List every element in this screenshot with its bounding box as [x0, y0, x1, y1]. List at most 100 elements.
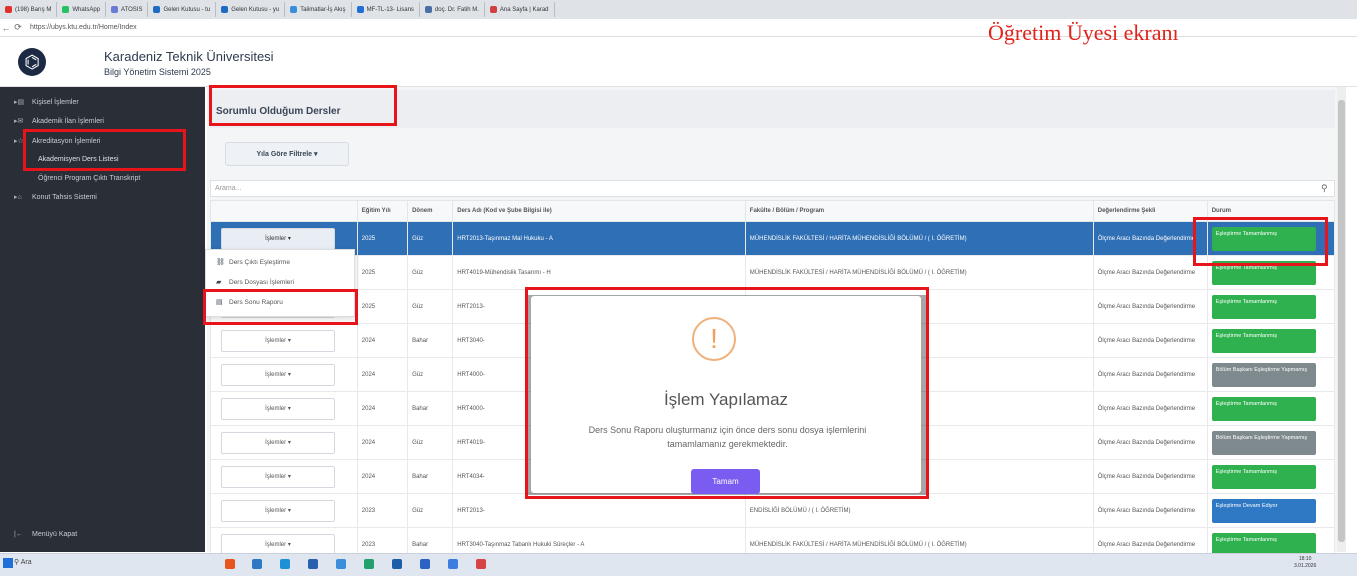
actions-button[interactable]: İşlemler ▾: [221, 465, 335, 488]
pagination[interactable]: [210, 543, 1335, 552]
year-cell: 2024: [356, 323, 409, 358]
app-icon[interactable]: [392, 559, 402, 569]
browser-tab[interactable]: MF-TL-13- Lisans: [352, 2, 420, 17]
status-cell: Eşleştirme Tamamlanmış: [1206, 221, 1336, 256]
term-cell: Bahar: [407, 323, 454, 358]
sidebar-item-announcements[interactable]: ▸✉ Akademik İlan İşlemleri: [14, 117, 104, 126]
actions-button[interactable]: İşlemler ▾: [221, 499, 335, 522]
column-header[interactable]: Fakülte / Bölüm / Program: [744, 200, 1094, 222]
app-icon[interactable]: [280, 559, 290, 569]
taskbar-clock: 18:10 3.01.2026: [1294, 556, 1317, 569]
browser-tab[interactable]: ATOSIS: [106, 2, 149, 17]
sidebar-item-course-list[interactable]: Akademisyen Ders Listesi: [38, 156, 119, 163]
status-badge: Eşleştirme Tamamlanmış: [1211, 226, 1316, 251]
scrollbar-thumb[interactable]: [1338, 100, 1345, 542]
actions-cell: İşlemler ▾: [210, 493, 358, 528]
actions-cell: İşlemler ▾: [210, 391, 358, 426]
evaluation-cell: Ölçme Aracı Bazında Değerlendirme: [1092, 493, 1208, 528]
tab-favicon-icon: [356, 6, 364, 13]
table-row[interactable]: İşlemler ▾ 2025 Güz HRT2013-Taşınmaz Mal Hu…: [210, 221, 1336, 256]
browser-tab[interactable]: WhatsApp: [57, 2, 107, 17]
actions-button[interactable]: İşlemler ▾: [221, 363, 335, 386]
actions-button[interactable]: İşlemler ▾: [221, 431, 335, 454]
browser-tab[interactable]: doç. Dr. Fatih M.: [420, 2, 485, 17]
url-text[interactable]: https://ubys.ktu.edu.tr/Home/Index: [30, 24, 137, 31]
tab-favicon-icon: [424, 6, 432, 13]
menu-item-outcome-matching[interactable]: ⛓ Ders Çıktı Eşleştirme: [216, 258, 290, 267]
reload-icon[interactable]: ⟳: [12, 22, 24, 33]
actions-dropdown-menu: ⛓ Ders Çıktı Eşleştirme ▰ Ders Dosyası İşl…: [205, 249, 355, 317]
year-cell: 2024: [356, 425, 409, 460]
sidebar: ▸▤ Kişisel İşlemler ▸✉ Akademik İlan İşlem…: [0, 87, 205, 552]
modal-message: Ders Sonu Raporu oluşturmanız için önce …: [588, 425, 867, 449]
actions-button[interactable]: İşlemler ▾: [221, 227, 335, 250]
column-header[interactable]: Eğitim Yılı: [356, 200, 409, 222]
chevron-down-icon: ▾: [314, 151, 318, 158]
tab-favicon-icon: [153, 6, 161, 13]
sidebar-item-accreditation[interactable]: ▸☆ Akreditasyon İşlemleri: [14, 137, 100, 146]
year-cell: 2024: [356, 459, 409, 494]
evaluation-cell: Ölçme Aracı Bazında Değerlendirme: [1092, 357, 1208, 392]
back-icon[interactable]: ←: [0, 23, 12, 33]
ok-button[interactable]: Tamam: [691, 469, 760, 494]
file-icon: ▤: [216, 299, 223, 306]
close-menu-button[interactable]: |← Menüyü Kapat: [14, 531, 77, 538]
search-icon: ⚲: [14, 559, 20, 566]
course-cell: HRT4019-Mühendislik Tasarımı - H: [452, 255, 746, 290]
term-cell: Bahar: [407, 391, 454, 426]
term-cell: Güz: [407, 255, 454, 290]
menu-item-course-file[interactable]: ▰ Ders Dosyası İşlemleri: [216, 278, 294, 287]
status-cell: Eşleştirme Devam Ediyor: [1206, 493, 1336, 528]
status-badge: Bölüm Başkanı Eşleştirme Yapmamış: [1211, 430, 1316, 455]
whatsapp-icon[interactable]: [364, 559, 374, 569]
app-icon[interactable]: [308, 559, 318, 569]
app-icon[interactable]: [476, 559, 486, 569]
chrome-icon[interactable]: [225, 559, 235, 569]
evaluation-cell: Ölçme Aracı Bazında Değerlendirme: [1092, 459, 1208, 494]
sidebar-item-transcript[interactable]: Öğrenci Program Çıktı Transkript: [38, 175, 140, 182]
chevron-down-icon: ▾: [287, 372, 291, 378]
table-row[interactable]: İşlemler ▾2025GüzHRT4019-Mühendislik Tas…: [210, 255, 1336, 290]
app-icon[interactable]: [448, 559, 458, 569]
app-icon[interactable]: [336, 559, 346, 569]
evaluation-cell: Ölçme Aracı Bazında Değerlendirme: [1092, 289, 1208, 324]
browser-tab[interactable]: Gelen Kutusu - tu: [148, 2, 217, 17]
tab-label: doç. Dr. Fatih M.: [434, 6, 479, 13]
menu-item-end-of-course-report[interactable]: ▤ Ders Sonu Raporu: [216, 298, 283, 307]
browser-tab[interactable]: Ana Sayfa | Karad: [485, 2, 555, 17]
sidebar-item-housing[interactable]: ▸⌂ Konut Tahsis Sistemi: [14, 193, 97, 202]
taskbar: [0, 553, 1357, 576]
word-icon[interactable]: [420, 559, 430, 569]
id-card-icon: ▸▤: [14, 99, 25, 106]
megaphone-icon: ▸✉: [14, 118, 24, 125]
actions-button[interactable]: İşlemler ▾: [221, 397, 335, 420]
evaluation-cell: Ölçme Aracı Bazında Değerlendirme: [1092, 221, 1208, 256]
search-input[interactable]: Arama...: [210, 180, 1335, 197]
page-header: [210, 90, 1335, 128]
course-cell: HRT2013-: [452, 493, 746, 528]
browser-tab[interactable]: (198) Barış M: [0, 2, 58, 17]
column-header[interactable]: Ders Adı (Kod ve Şube Bilgisi ile): [452, 200, 746, 222]
column-header[interactable]: Durum: [1206, 200, 1336, 222]
actions-button[interactable]: İşlemler ▾: [221, 329, 335, 352]
edge-icon[interactable]: [252, 559, 262, 569]
tab-favicon-icon: [489, 6, 497, 13]
windows-start-icon[interactable]: [3, 558, 13, 568]
tab-label: ATOSIS: [121, 6, 143, 13]
warning-icon: !: [692, 317, 736, 361]
browser-tab-bar: (198) Barış M WhatsApp ATOSIS Gelen Kutusu …: [0, 0, 1357, 20]
browser-tab[interactable]: Talimatlar-İş Akış: [285, 2, 352, 17]
term-cell: Güz: [407, 425, 454, 460]
column-header[interactable]: Dönem: [407, 200, 454, 222]
sidebar-item-personal[interactable]: ▸▤ Kişisel İşlemler: [14, 98, 79, 107]
table-row[interactable]: İşlemler ▾ 2023 Güz HRT2013- ENDİSLİĞİ BÖLÜM…: [210, 493, 1336, 528]
search-icon[interactable]: ⚲: [1321, 183, 1328, 194]
year-cell: 2025: [356, 289, 409, 324]
taskbar-search[interactable]: ⚲ Ara: [14, 558, 32, 566]
filter-by-year-button[interactable]: Yıla Göre Filtrele ▾: [225, 142, 349, 166]
chevron-down-icon: ▾: [287, 440, 291, 446]
column-header[interactable]: Değerlendirme Şekli: [1092, 200, 1208, 222]
tab-label: Talimatlar-İş Akış: [300, 6, 346, 13]
university-name: Karadeniz Teknik Üniversitesi: [104, 49, 274, 64]
browser-tab[interactable]: Gelen Kutusu - yu: [216, 2, 286, 17]
